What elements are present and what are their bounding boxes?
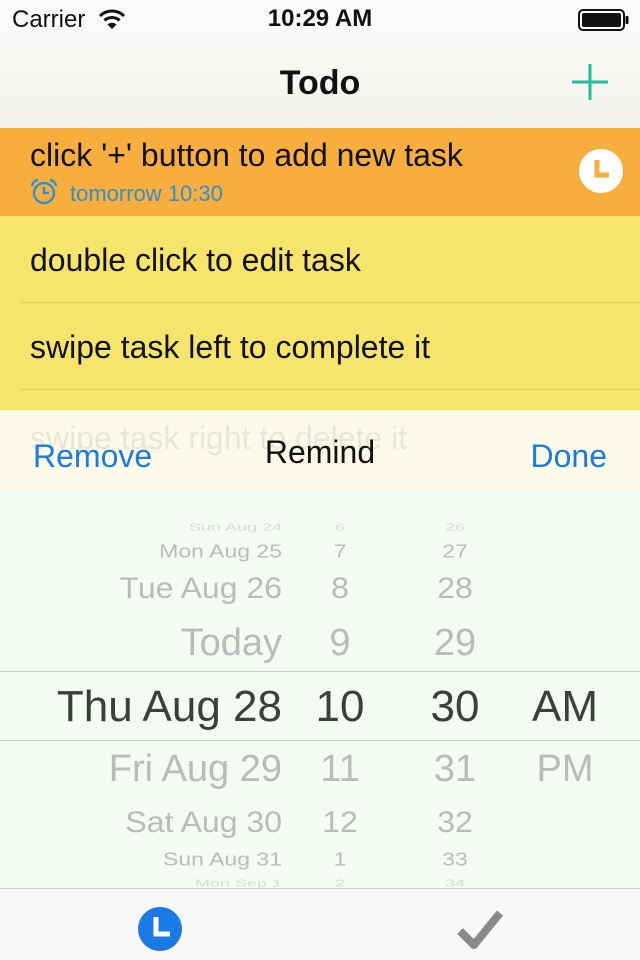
battery-icon [578,9,629,31]
picker-date-item: Sat Aug 30 [125,805,282,839]
picker-hour-item: 6 [334,521,345,533]
picker-hour-item: 1 [333,848,347,870]
task-row-active[interactable]: click '+' button to add new task tomorro… [0,128,640,216]
alarm-clock-icon [30,178,58,205]
picker-minute-item: 32 [437,805,473,839]
task-list: click '+' button to add new task tomorro… [0,128,640,410]
picker-hour-item: 8 [331,571,349,605]
picker-hour-selected: 10 [315,682,365,731]
task-text: click '+' button to add new task [30,137,463,173]
picker-minute-item: 28 [437,571,473,605]
picker-date-item: Fri Aug 29 [108,748,282,790]
page-title: Todo [279,64,361,102]
picker-minute-item: 34 [444,877,466,888]
reminder-time: tomorrow 10:30 [70,181,223,206]
picker-ampm-column[interactable]: AM PM [510,490,620,888]
task-row[interactable]: double click to edit task [0,216,640,303]
picker-hour-item: 11 [320,748,360,790]
picker-date-item: Mon Aug 25 [159,540,282,562]
tab-done-checkmark-icon[interactable] [456,905,504,953]
picker-hour-item: 2 [334,877,345,888]
picker-date-item: Mon Sep 1 [194,877,282,888]
picker-date-item: Tue Aug 26 [119,571,283,605]
add-task-button[interactable] [568,60,612,104]
picker-hour-item: 7 [333,540,347,562]
status-bar: Carrier 10:29 AM [0,0,640,40]
picker-minute-item: 31 [433,748,477,790]
picker-date-item: Sun Aug 24 [188,521,282,533]
picker-hour-item: 12 [322,805,358,839]
status-time: 10:29 AM [267,5,373,32]
picker-minute-column[interactable]: 26 27 28 29 30 31 32 33 34 [400,490,510,888]
plus-icon [572,64,608,100]
todo-screen: Carrier 10:29 AM Todo click '+' button t [0,0,640,960]
row-divider [20,389,640,390]
task-text: double click to edit task [30,242,361,278]
picker-minute-item: 26 [444,521,466,533]
task-row[interactable]: swipe task left to complete it [0,303,640,390]
clock-icon[interactable] [578,148,624,194]
remind-toolbar: swipe task right to delete it Remove Rem… [0,410,640,490]
picker-date-item: Sun Aug 31 [163,848,282,870]
task-text: swipe task left to complete it [30,329,431,365]
picker-minute-item: 29 [433,622,477,664]
picker-minute-item: 27 [442,540,468,562]
tab-bar [0,888,640,960]
picker-hour-column[interactable]: 6 7 8 9 10 11 12 1 2 [290,490,390,888]
picker-date-selected: Thu Aug 28 [56,682,282,731]
picker-hour-item: 9 [329,622,351,664]
picker-ampm-selected: AM [532,682,598,731]
tab-todo-clock-icon[interactable] [136,905,184,953]
picker-ampm-item: PM [536,748,594,790]
picker-date-item: Today [180,622,282,664]
done-button[interactable]: Done [531,438,608,475]
date-time-picker: Sun Aug 24 Mon Aug 25 Tue Aug 26 Today T… [0,490,640,888]
navigation-bar: Carrier 10:29 AM Todo [0,0,640,128]
picker-minute-item: 33 [442,848,468,870]
picker-minute-selected: 30 [430,682,480,731]
picker-date-column[interactable]: Sun Aug 24 Mon Aug 25 Tue Aug 26 Today T… [0,490,290,888]
